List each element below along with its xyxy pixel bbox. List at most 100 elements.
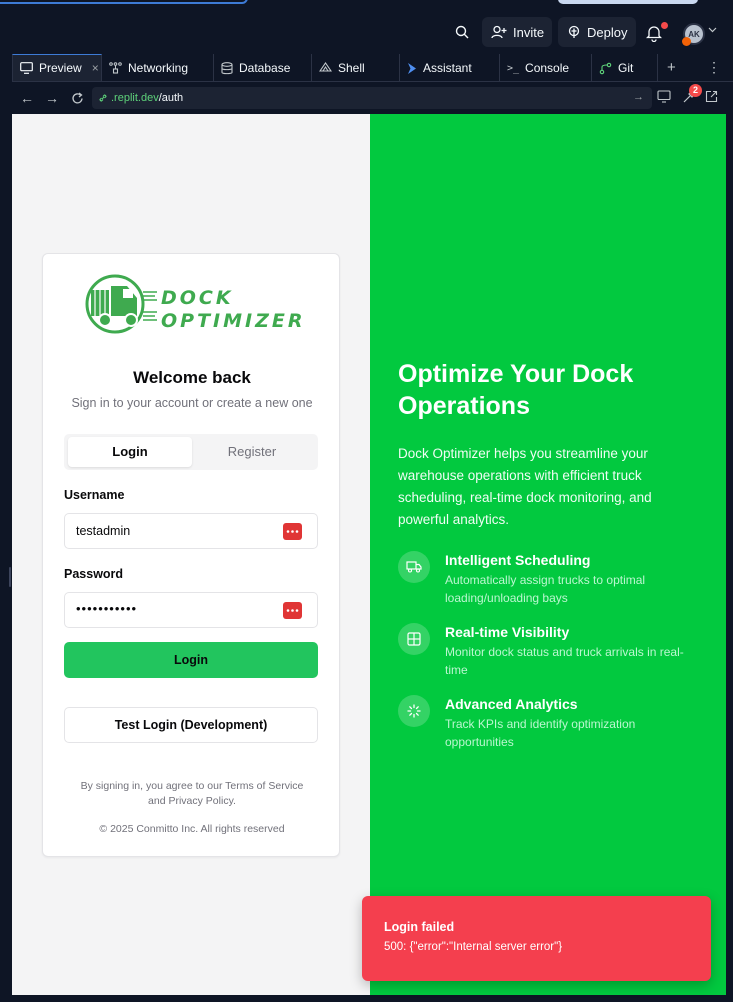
tab-register[interactable]: Register (190, 437, 314, 467)
feature-title: Real-time Visibility (445, 624, 570, 640)
login-button[interactable]: Login (64, 642, 318, 678)
feature-item: Intelligent Scheduling Automatically ass… (398, 551, 708, 611)
marketing-panel: Optimize Your Dock Operations Dock Optim… (370, 114, 726, 995)
preview-url-bar: ← → .replit.dev/auth → 2 (12, 82, 733, 114)
more-options-icon[interactable]: ⋮ (707, 59, 721, 76)
copyright-text: © 2025 Conmitto Inc. All rights reserved (99, 823, 285, 835)
password-manager-icon[interactable] (283, 523, 302, 540)
tab-console[interactable]: >_ Console (500, 54, 592, 82)
error-toast[interactable]: Login failed 500: {"error":"Internal ser… (362, 896, 711, 981)
loader-icon (398, 695, 430, 727)
search-icon[interactable] (452, 22, 472, 42)
right-edge (726, 114, 733, 1002)
password-label: Password (64, 567, 124, 581)
deploy-label: Deploy (587, 24, 628, 40)
login-card: DOCK OPTIMIZER Welcome back Sign in to y… (42, 253, 340, 857)
deploy-button[interactable]: Deploy (558, 17, 636, 47)
device-view-icon[interactable] (657, 90, 673, 106)
tab-login[interactable]: Login (68, 437, 192, 467)
invite-label: Invite (513, 24, 545, 40)
deploy-icon (567, 25, 581, 39)
tab-label: Git (618, 61, 634, 75)
open-new-tab-icon[interactable] (705, 90, 721, 106)
console-icon: >_ (507, 62, 520, 74)
network-icon (109, 61, 122, 75)
tab-shell[interactable]: Shell (312, 54, 400, 82)
avatar-initials: AK (688, 29, 700, 39)
password-value: ••••••••••• (76, 601, 138, 616)
navigate-arrow-icon[interactable]: → (633, 91, 644, 103)
feature-description: Track KPIs and identify optimization opp… (445, 717, 636, 749)
url-input[interactable]: .replit.dev/auth → (92, 87, 652, 109)
tab-label: Assistant (423, 61, 472, 75)
url-path: /auth (158, 92, 184, 104)
welcome-subtitle: Sign in to your account or create a new … (71, 396, 313, 410)
grid-icon (398, 623, 430, 655)
forward-arrow-icon[interactable]: → (44, 90, 60, 106)
username-field[interactable]: testadmin (64, 513, 318, 549)
database-icon (221, 61, 233, 75)
add-user-icon (491, 25, 507, 39)
left-sidebar-edge (0, 54, 12, 1002)
username-value: testadmin (76, 524, 131, 538)
close-icon[interactable]: × (92, 61, 99, 75)
reload-icon[interactable] (69, 90, 85, 106)
tab-label: Shell (338, 61, 365, 75)
top-pill-light (558, 0, 698, 4)
top-pill (0, 0, 248, 4)
password-field[interactable]: ••••••••••• (64, 592, 318, 628)
tab-label: Networking (128, 61, 189, 75)
feature-description: Monitor dock status and truck arrivals i… (445, 645, 684, 677)
feature-title: Advanced Analytics (445, 696, 578, 712)
terms-line-1: By signing in, you agree to our Terms of… (80, 780, 304, 792)
invite-button[interactable]: Invite (482, 17, 552, 47)
username-label: Username (64, 488, 125, 502)
window-top-strip (0, 0, 733, 10)
toast-title: Login failed (384, 920, 455, 934)
tab-label: Database (239, 61, 291, 75)
tab-preview[interactable]: Preview × (12, 54, 102, 82)
git-icon (599, 62, 612, 75)
devtools-badge: 2 (689, 84, 702, 97)
password-manager-icon[interactable] (283, 602, 302, 619)
feature-item: Advanced Analytics Track KPIs and identi… (398, 695, 708, 755)
monitor-icon (20, 62, 33, 74)
tab-label: Preview (39, 61, 82, 75)
flame-icon (682, 37, 691, 46)
assistant-icon (407, 62, 417, 75)
dock-optimizer-logo: DOCK OPTIMIZER (83, 272, 303, 336)
tab-database[interactable]: Database (214, 54, 312, 82)
feature-description: Automatically assign trucks to optimal l… (445, 573, 646, 605)
notification-dot (661, 22, 668, 29)
chevron-down-icon[interactable] (708, 27, 717, 33)
feature-title: Intelligent Scheduling (445, 552, 591, 568)
back-arrow-icon[interactable]: ← (19, 90, 35, 106)
shell-icon (319, 62, 332, 74)
truck-icon (398, 551, 430, 583)
tab-git[interactable]: Git (592, 54, 658, 82)
hero-description: Dock Optimizer helps you streamline your… (398, 446, 652, 527)
auth-panel: DOCK OPTIMIZER Welcome back Sign in to y… (12, 114, 370, 995)
webview-preview: DOCK OPTIMIZER Welcome back Sign in to y… (12, 114, 726, 995)
auth-mode-tabs: Login Register (64, 434, 318, 470)
hero-title: Optimize Your Dock Operations (398, 360, 634, 420)
test-login-button[interactable]: Test Login (Development) (64, 707, 318, 743)
bell-icon[interactable] (646, 22, 668, 44)
tab-assistant[interactable]: Assistant (400, 54, 500, 82)
terms-text: By signing in, you agree to our Terms of… (63, 779, 321, 809)
terms-line-2: and Privacy Policy. (148, 795, 236, 807)
link-icon (98, 93, 108, 103)
bottom-edge (12, 995, 726, 1002)
ide-topbar: Invite Deploy AK (0, 10, 733, 54)
welcome-title: Welcome back (133, 368, 251, 387)
pane-tab-bar: Preview × Networking Database Shell Assi… (12, 54, 733, 82)
url-host: .replit.dev (111, 92, 159, 104)
avatar[interactable]: AK (682, 23, 705, 46)
toast-message: 500: {"error":"Internal server error"} (384, 941, 563, 953)
tab-networking[interactable]: Networking (102, 54, 214, 82)
tab-label: Console (525, 61, 570, 75)
add-tab-icon[interactable]: + (667, 59, 676, 76)
devtools-icon[interactable]: 2 (682, 84, 702, 106)
feature-item: Real-time Visibility Monitor dock status… (398, 623, 708, 683)
resize-handle[interactable] (9, 567, 11, 587)
